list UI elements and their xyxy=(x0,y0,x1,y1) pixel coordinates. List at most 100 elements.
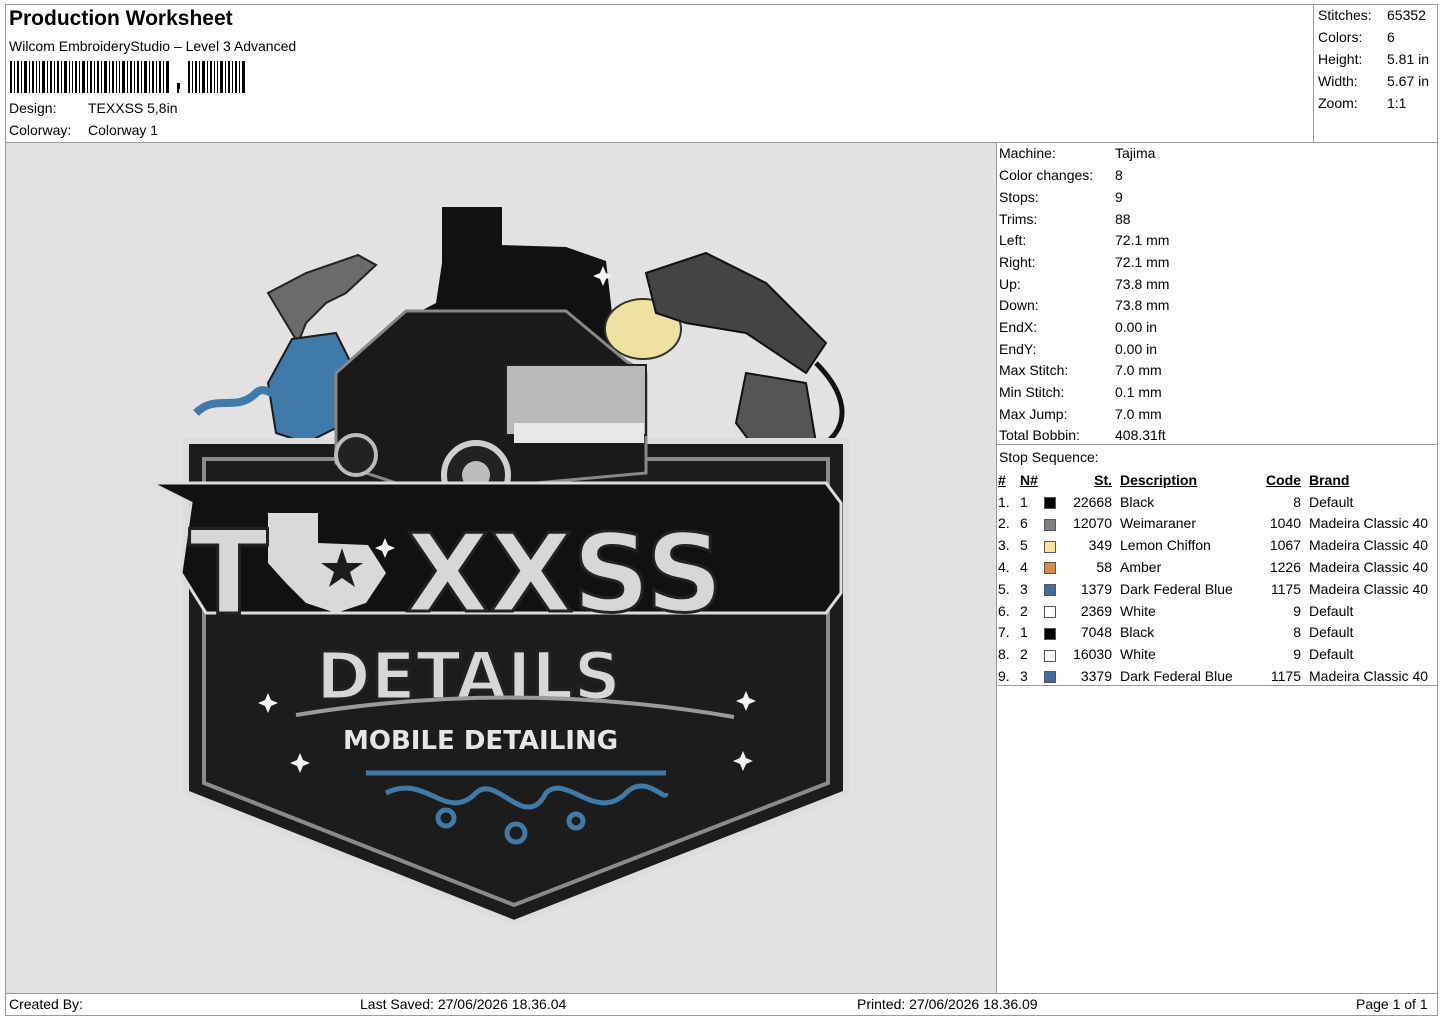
stop-sequence-divider xyxy=(997,685,1438,686)
summary-value: 5.81 in xyxy=(1387,51,1430,67)
info-value: 72.1 mm xyxy=(1115,254,1170,270)
col-num: # xyxy=(998,471,1006,488)
info-value: 0.00 in xyxy=(1115,341,1158,357)
row-brand: Default xyxy=(1309,624,1354,641)
summary-label: Zoom: xyxy=(1318,95,1358,111)
col-st: St. xyxy=(1094,471,1112,488)
info-label: Machine: xyxy=(999,145,1056,161)
color-swatch-cell xyxy=(1044,643,1064,665)
table-row: 6. 2 2369 White 9 Default xyxy=(998,600,1428,622)
spacer-cell xyxy=(1301,665,1309,687)
row-brand: Default xyxy=(1309,493,1354,510)
info-value: 72.1 mm xyxy=(1115,232,1170,248)
info-label: Color changes: xyxy=(999,167,1094,183)
row-num: 4. xyxy=(998,559,1010,576)
color-swatch xyxy=(1044,562,1056,575)
info-value: 88 xyxy=(1115,211,1131,227)
color-swatch xyxy=(1044,671,1056,684)
logo-word: T xyxy=(189,506,268,641)
printed-date: Printed: 27/06/2026 18.36.09 xyxy=(857,996,1038,1012)
page-title: Production Worksheet xyxy=(9,7,233,30)
info-label: Up: xyxy=(999,276,1021,292)
row-code: 1226 xyxy=(1269,559,1301,576)
row-description: Lemon Chiffon xyxy=(1120,537,1211,554)
design-label: Design: xyxy=(9,100,57,116)
row-stitches: 16030 xyxy=(1073,646,1112,663)
last-saved: Last Saved: 27/06/2026 18.36.04 xyxy=(360,996,567,1012)
summary-value: 1:1 xyxy=(1387,95,1407,111)
row-needle: 6 xyxy=(1020,515,1028,532)
row-stitches: 58 xyxy=(1096,559,1112,576)
spacer-cell xyxy=(1112,643,1120,665)
color-swatch-cell xyxy=(1044,578,1064,600)
row-needle: 3 xyxy=(1020,668,1028,685)
spacer-cell xyxy=(1112,600,1120,622)
info-value: 8 xyxy=(1115,167,1123,183)
summary-label: Width: xyxy=(1318,73,1358,89)
spacer-cell xyxy=(1112,491,1120,513)
row-num: 7. xyxy=(998,624,1010,641)
info-value: 7.0 mm xyxy=(1115,362,1162,378)
row-brand: Madeira Classic 40 xyxy=(1309,515,1429,532)
spacer-cell xyxy=(1301,513,1309,535)
color-swatch-cell xyxy=(1044,600,1064,622)
row-code: 9 xyxy=(1293,602,1301,619)
color-swatch xyxy=(1044,649,1056,662)
row-code: 9 xyxy=(1293,646,1301,663)
embroidery-logo: T XXSS DETAILS MOBILE DETAILING xyxy=(150,207,849,927)
row-description: White xyxy=(1120,646,1156,663)
col-code: Code xyxy=(1266,471,1301,488)
row-stitches: 3379 xyxy=(1080,668,1112,685)
row-code: 1175 xyxy=(1270,580,1301,597)
table-row: 7. 1 7048 Black 8 Default xyxy=(998,622,1428,644)
row-num: 3. xyxy=(998,537,1010,554)
row-description: Black xyxy=(1120,624,1155,641)
spacer-cell xyxy=(1112,513,1120,535)
row-num: 5. xyxy=(998,580,1010,597)
row-description: Dark Federal Blue xyxy=(1120,580,1233,597)
color-swatch-cell xyxy=(1044,491,1064,513)
colorway-label: Colorway: xyxy=(9,122,72,138)
summary-value: 65352 xyxy=(1387,7,1426,23)
color-swatch-cell xyxy=(1044,622,1064,644)
table-row: 4. 4 58 Amber 1226 Madeira Classic 40 xyxy=(998,556,1428,578)
summary-value: 5.67 in xyxy=(1387,73,1430,89)
col-description: Description xyxy=(1120,471,1198,488)
spacer-cell xyxy=(1112,665,1120,687)
truck-icon xyxy=(334,309,648,510)
colorway-value: Colorway 1 xyxy=(88,122,159,138)
info-label: Max Jump: xyxy=(999,406,1068,422)
design-preview: T XXSS DETAILS MOBILE DETAILING xyxy=(6,143,996,993)
row-description: Weimaraner xyxy=(1120,515,1196,532)
summary-value: 6 xyxy=(1387,29,1395,45)
summary-label: Stitches: xyxy=(1318,7,1372,23)
row-num: 1. xyxy=(998,493,1010,510)
barcode xyxy=(10,61,245,93)
table-row: 8. 2 16030 White 9 Default xyxy=(998,643,1428,665)
row-description: White xyxy=(1120,602,1156,619)
color-swatch xyxy=(1044,518,1056,531)
table-row: 3. 5 349 Lemon Chiffon 1067 Madeira Classic 4… xyxy=(998,534,1428,556)
info-label: Trims: xyxy=(999,211,1038,227)
panel-divider xyxy=(996,143,997,993)
row-num: 2. xyxy=(998,515,1010,532)
info-value: Tajima xyxy=(1115,145,1156,161)
row-code: 1175 xyxy=(1270,668,1301,685)
summary-label: Colors: xyxy=(1318,29,1363,45)
row-needle: 5 xyxy=(1020,537,1028,554)
info-label: Max Stitch: xyxy=(999,362,1069,378)
row-needle: 2 xyxy=(1020,646,1028,663)
row-description: Black xyxy=(1120,493,1155,510)
row-needle: 1 xyxy=(1020,624,1028,641)
design-value: TEXXSS 5,8in xyxy=(88,100,178,116)
table-row: 5. 3 1379 Dark Federal Blue 1175 Madeira Clas… xyxy=(998,578,1428,600)
color-swatch xyxy=(1044,540,1056,553)
spacer-cell xyxy=(1301,643,1309,665)
color-swatch-cell xyxy=(1044,534,1064,556)
row-num: 6. xyxy=(998,602,1010,619)
table-header-row: # N# St. Description Code Brand xyxy=(998,469,1428,491)
row-stitches: 7048 xyxy=(1080,624,1112,641)
row-brand: Madeira Classic 40 xyxy=(1309,668,1429,685)
info-label: Total Bobbin: xyxy=(999,427,1080,443)
footer-divider xyxy=(5,993,1438,994)
